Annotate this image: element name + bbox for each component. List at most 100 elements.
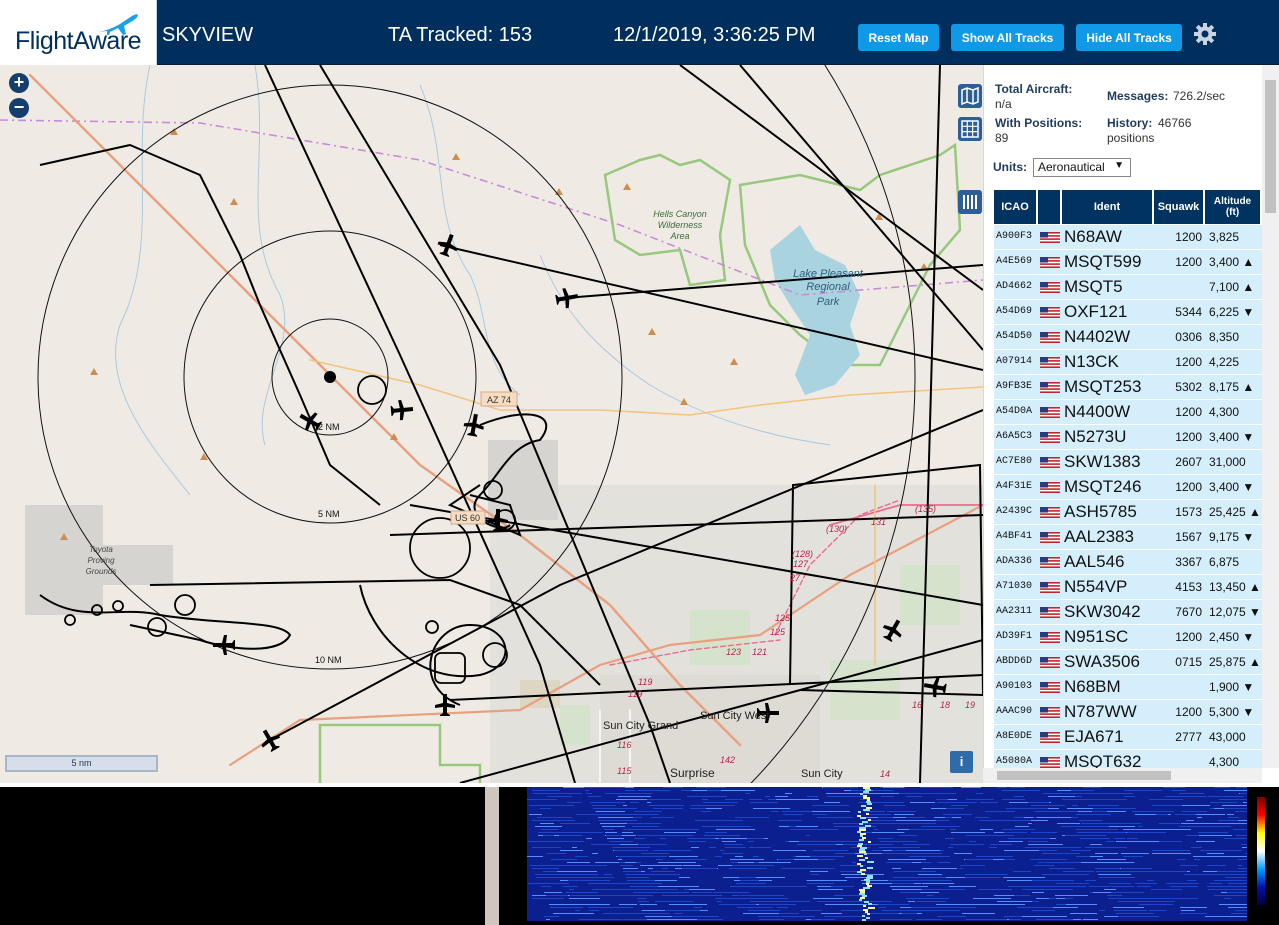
altitude-cell: 8,175 ▲ <box>1209 375 1259 399</box>
squawk-cell: 2607 <box>1175 455 1202 469</box>
altitude-value: 4,225 <box>1209 355 1240 369</box>
svg-text:US 60: US 60 <box>455 513 480 523</box>
icao-cell: AAAC90 <box>996 706 1033 717</box>
vertical-scrollbar[interactable] <box>1262 65 1279 768</box>
table-row[interactable]: A9FB3E MSQT253 5302 8,175 ▲ <box>994 375 1262 400</box>
table-row[interactable]: A71030 N554VP 4153 13,450 ▲ <box>994 575 1262 600</box>
us-flag-icon <box>1040 732 1060 743</box>
altitude-cell: 6,225 ▼ <box>1209 300 1259 324</box>
us-flag-icon <box>1040 332 1060 343</box>
us-flag-icon <box>1040 407 1060 418</box>
table-row[interactable]: ABDD6D SWA3506 0715 25,875 ▲ <box>994 650 1262 675</box>
table-row[interactable]: AD39F1 N951SC 1200 2,450 ▼ <box>994 625 1262 650</box>
scroll-thumb[interactable] <box>1265 80 1276 213</box>
flightaware-logo[interactable]: FlightAware <box>0 0 157 65</box>
col-header-altitude[interactable]: Altitude (ft) <box>1205 190 1262 224</box>
ident-cell: SKW1383 <box>1064 452 1141 471</box>
altitude-trend: ▼ <box>1242 630 1255 644</box>
us-flag-icon <box>1040 432 1060 443</box>
pane-divider[interactable] <box>485 787 499 925</box>
svg-text:19: 19 <box>965 700 975 710</box>
spectrum-panel <box>0 783 1279 925</box>
grid-toggle-button[interactable] <box>958 117 982 141</box>
svg-text:123: 123 <box>726 647 741 657</box>
squawk-cell: 1200 <box>1175 480 1202 494</box>
map-canvas: 2 NM 5 NM 10 NM Hells CanyonWildernessAr… <box>0 65 983 783</box>
table-row[interactable]: A4E569 MSQT599 1200 3,400 ▲ <box>994 250 1262 275</box>
hide-all-tracks-button[interactable]: Hide All Tracks <box>1076 24 1182 51</box>
table-row[interactable]: A2439C ASH5785 1573 25,425 ▲ <box>994 500 1262 525</box>
spectrum-left-pane <box>0 787 485 925</box>
svg-text:Surprise: Surprise <box>670 766 715 780</box>
col-header-squawk[interactable]: Squawk <box>1154 190 1205 224</box>
with-positions-label: With Positions: <box>995 116 1083 130</box>
icao-cell: A54D0A <box>996 406 1033 417</box>
info-button[interactable]: i <box>950 751 973 773</box>
table-row[interactable]: AD4662 MSQT5 7,100 ▲ <box>994 275 1262 300</box>
map-layers-button[interactable] <box>958 84 982 108</box>
zoom-in-button[interactable]: + <box>9 73 29 93</box>
altitude-value: 25,425 <box>1209 505 1246 519</box>
table-row[interactable]: A4F31E MSQT246 1200 3,400 ▼ <box>994 475 1262 500</box>
altitude-cell: 2,450 ▼ <box>1209 625 1259 649</box>
horizontal-scrollbar[interactable] <box>983 768 1262 783</box>
us-flag-icon <box>1040 282 1060 293</box>
us-flag-icon <box>1040 257 1060 268</box>
map-view[interactable]: 2 NM 5 NM 10 NM Hells Canyon Wilderness Ar… <box>0 65 983 783</box>
icao-cell: A2439C <box>996 506 1033 517</box>
altitude-cell: 1,900 ▼ <box>1209 675 1259 699</box>
svg-text:Regional: Regional <box>806 281 850 293</box>
table-row[interactable]: AAAC90 N787WW 1200 5,300 ▼ <box>994 700 1262 725</box>
icao-cell: A54D50 <box>996 331 1033 342</box>
table-row[interactable]: A54D50 N4402W 0306 8,350 <box>994 325 1262 350</box>
squawk-cell: 0715 <box>1175 655 1202 669</box>
app-name: SKYVIEW <box>162 24 254 46</box>
altitude-cell: 8,350 <box>1209 325 1259 349</box>
units-select[interactable]: Aeronautical ▼ <box>1033 158 1131 177</box>
altitude-trend: ▼ <box>1242 530 1255 544</box>
column-toggle-button[interactable] <box>958 190 982 214</box>
altitude-trend: ▼ <box>1242 680 1255 694</box>
table-row[interactable]: A6A5C3 N5273U 1200 3,400 ▼ <box>994 425 1262 450</box>
altitude-value: 6,225 <box>1209 305 1240 319</box>
table-row[interactable]: A900F3 N68AW 1200 3,825 <box>994 225 1262 250</box>
ident-cell: MSQT246 <box>1064 477 1142 496</box>
altitude-cell: 6,875 <box>1209 550 1259 574</box>
reset-map-button[interactable]: Reset Map <box>858 24 939 51</box>
altitude-cell: 25,875 ▲ <box>1209 650 1261 674</box>
table-row[interactable]: A8E0DE EJA671 2777 43,000 <box>994 725 1262 750</box>
col-header-flag[interactable] <box>1038 190 1062 224</box>
zoom-out-button[interactable]: − <box>9 98 29 118</box>
svg-text:Area: Area <box>669 231 689 241</box>
table-row[interactable]: A90103 N68BM 1,900 ▼ <box>994 675 1262 700</box>
ident-cell: SKW3042 <box>1064 602 1141 621</box>
squawk-cell: 7670 <box>1175 605 1202 619</box>
ident-cell: N68AW <box>1064 227 1122 246</box>
us-flag-icon <box>1040 482 1060 493</box>
ident-cell: AAL2383 <box>1064 527 1134 546</box>
table-row[interactable]: A07914 N13CK 1200 4,225 <box>994 350 1262 375</box>
table-row[interactable]: A54D69 OXF121 5344 6,225 ▼ <box>994 300 1262 325</box>
altitude-cell: 3,400 ▲ <box>1209 250 1259 274</box>
with-positions-value: 89 <box>995 131 1009 145</box>
svg-text:(128): (128) <box>792 549 813 559</box>
col-header-icao[interactable]: ICAO <box>994 190 1038 224</box>
table-row[interactable]: A4BF41 AAL2383 1567 9,175 ▼ <box>994 525 1262 550</box>
squawk-cell: 1567 <box>1175 530 1202 544</box>
icao-cell: AD39F1 <box>996 631 1033 642</box>
svg-text:116: 116 <box>617 740 631 750</box>
table-row[interactable]: A54D0A N4400W 1200 4,300 <box>994 400 1262 425</box>
range-label-5nm: 5 NM <box>318 509 340 519</box>
show-all-tracks-button[interactable]: Show All Tracks <box>951 24 1064 51</box>
altitude-value: 2,450 <box>1209 630 1240 644</box>
table-row[interactable]: AC7E80 SKW1383 2607 31,000 <box>994 450 1262 475</box>
us-flag-icon <box>1040 232 1060 243</box>
table-row[interactable]: ADA336 AAL546 3367 6,875 <box>994 550 1262 575</box>
gear-icon[interactable] <box>1193 22 1217 46</box>
table-row[interactable]: AA2311 SKW3042 7670 12,075 ▼ <box>994 600 1262 625</box>
altitude-trend: ▼ <box>1242 430 1255 444</box>
icao-cell: AC7E80 <box>996 456 1033 467</box>
scroll-thumb[interactable] <box>997 771 1171 780</box>
col-header-ident[interactable]: Ident <box>1062 190 1154 224</box>
svg-text:Sun City Grand: Sun City Grand <box>603 720 678 732</box>
